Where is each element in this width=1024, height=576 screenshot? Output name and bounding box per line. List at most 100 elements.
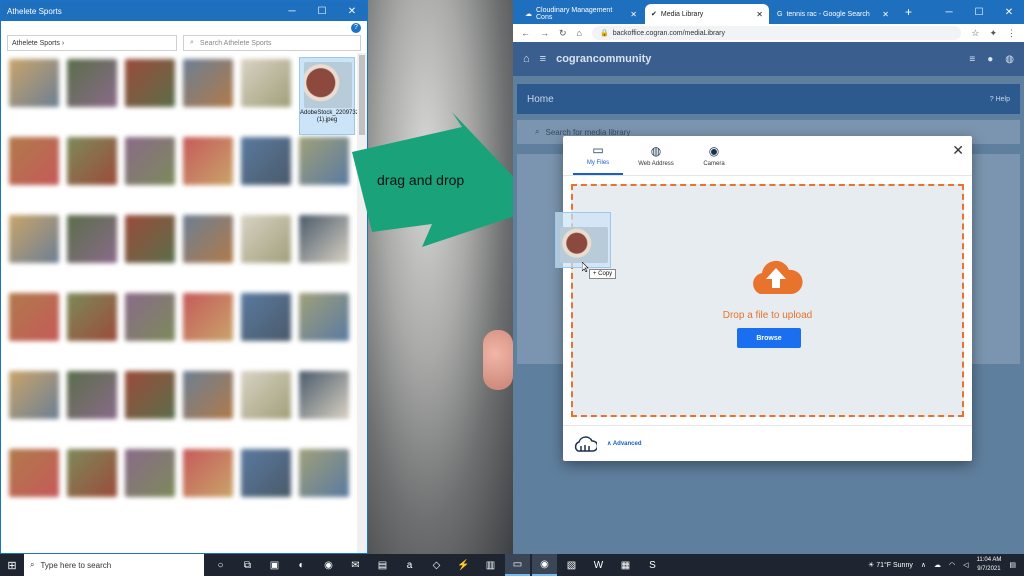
photos-icon[interactable]: ▧ (559, 554, 584, 576)
file-item[interactable] (241, 59, 291, 107)
file-item[interactable] (9, 371, 59, 419)
menu-icon[interactable]: ⋮ (1007, 28, 1016, 39)
tab-my-files[interactable]: ▭ My Files (573, 136, 623, 175)
app-icon[interactable]: ▣ (262, 554, 287, 576)
file-item[interactable] (183, 449, 233, 497)
file-item[interactable] (67, 59, 117, 107)
file-item[interactable] (67, 215, 117, 263)
file-item[interactable] (125, 371, 175, 419)
task-view-icon[interactable]: ⧉ (235, 554, 260, 576)
close-icon[interactable]: ✕ (994, 7, 1024, 18)
file-item[interactable] (67, 449, 117, 497)
file-item[interactable] (125, 293, 175, 341)
file-item[interactable] (125, 449, 175, 497)
new-tab-icon[interactable]: + (897, 5, 920, 19)
close-icon[interactable]: ✕ (337, 6, 367, 17)
notification-icon[interactable]: ▤ (1009, 561, 1016, 569)
selected-file-tile[interactable]: AdobeStock_220973285 (1).jpeg (299, 57, 366, 135)
store-icon[interactable]: ▤ (370, 554, 395, 576)
close-icon[interactable]: ✕ (756, 10, 763, 19)
reload-icon[interactable]: ↻ (559, 28, 567, 39)
file-item[interactable] (183, 293, 233, 341)
file-item[interactable] (241, 215, 291, 263)
file-item[interactable] (67, 137, 117, 185)
volume-icon[interactable]: ◁ (963, 561, 968, 569)
app-icon[interactable]: ▦ (613, 554, 638, 576)
star-icon[interactable]: ☆ (971, 28, 979, 39)
tab-cloudinary[interactable]: ☁ Cloudinary Management Cons ✕ (519, 4, 643, 24)
globe-icon[interactable]: ◍ (1005, 54, 1014, 65)
drop-zone[interactable]: Drop a file to upload Browse (571, 184, 964, 417)
forward-icon[interactable]: → (540, 28, 549, 38)
close-icon[interactable]: ✕ (630, 10, 637, 19)
tab-camera[interactable]: ◉ Camera (689, 136, 739, 175)
app-icon[interactable]: ⚡ (451, 554, 476, 576)
close-icon[interactable]: ✕ (882, 10, 889, 19)
chrome-icon[interactable]: ◉ (532, 554, 557, 576)
hamburger-icon[interactable]: ≡ (540, 53, 546, 65)
browse-button[interactable]: Browse (737, 328, 801, 348)
file-item[interactable] (67, 293, 117, 341)
home-icon[interactable]: ⌂ (577, 28, 582, 38)
help-icon[interactable]: ? (351, 23, 361, 33)
back-icon[interactable]: ← (521, 28, 530, 38)
list-icon[interactable]: ≡ (969, 54, 975, 65)
tab-web-address[interactable]: ◍ Web Address (631, 136, 681, 175)
chevron-up-icon[interactable]: ∧ (921, 561, 926, 569)
file-item[interactable] (241, 293, 291, 341)
mail-icon[interactable]: ✉ (343, 554, 368, 576)
tab-google-search[interactable]: Gtennis rac - Google Search ✕ (771, 4, 895, 24)
weather-icon[interactable]: ☀ 71°F Sunny (868, 561, 913, 569)
file-item[interactable] (183, 371, 233, 419)
minimize-icon[interactable]: ─ (934, 7, 964, 18)
file-item[interactable] (183, 59, 233, 107)
file-explorer-icon[interactable]: ▭ (505, 554, 530, 576)
file-item[interactable] (183, 137, 233, 185)
windows-start-icon[interactable]: ⊞ (0, 559, 24, 572)
clock[interactable]: 11:04 AM 9/7/2021 (976, 556, 1001, 574)
advanced-toggle[interactable]: ∧ Advanced (607, 440, 642, 447)
file-item[interactable] (125, 215, 175, 263)
file-item[interactable] (9, 137, 59, 185)
file-item[interactable] (299, 137, 349, 185)
amazon-icon[interactable]: a (397, 554, 422, 576)
url-bar[interactable]: 🔒 backoffice.cogran.com/mediaLibrary (591, 26, 962, 40)
cloud-icon[interactable]: ☁ (934, 561, 941, 569)
word-icon[interactable]: W (586, 554, 611, 576)
minimize-icon[interactable]: ─ (277, 6, 307, 17)
file-item[interactable] (125, 59, 175, 107)
dropbox-icon[interactable]: ◇ (424, 554, 449, 576)
tab-media-library[interactable]: ✔ Media Library ✕ (645, 4, 769, 24)
edge-icon[interactable]: ◐ (289, 554, 314, 576)
file-item[interactable] (9, 449, 59, 497)
file-item[interactable] (241, 137, 291, 185)
user-icon[interactable]: ● (987, 54, 993, 65)
cortana-icon[interactable]: ○ (208, 554, 233, 576)
close-icon[interactable]: ✕ (952, 142, 964, 159)
help-button[interactable]: ? Help (990, 96, 1010, 103)
office-icon[interactable]: ▥ (478, 554, 503, 576)
maximize-icon[interactable]: ☐ (307, 6, 337, 17)
file-item[interactable] (241, 449, 291, 497)
file-item[interactable] (9, 59, 59, 107)
skype-icon[interactable]: S (640, 554, 665, 576)
maximize-icon[interactable]: ☐ (964, 7, 994, 18)
file-item[interactable] (299, 449, 349, 497)
taskbar-search-input[interactable]: ⌕ Type here to search (24, 554, 204, 576)
explorer-search-input[interactable]: ⌕ Search Athelete Sports (183, 35, 361, 51)
file-item[interactable] (9, 293, 59, 341)
file-item[interactable] (299, 293, 349, 341)
explorer-path[interactable]: Athelete Sports › (7, 35, 177, 51)
home-icon[interactable]: ⌂ (523, 53, 530, 65)
chrome-icon[interactable]: ◉ (316, 554, 341, 576)
file-item[interactable] (125, 137, 175, 185)
file-item[interactable] (299, 215, 349, 263)
file-item[interactable] (299, 371, 349, 419)
wifi-icon[interactable]: ◠ (949, 561, 955, 569)
file-thumbnail (241, 215, 291, 263)
file-item[interactable] (183, 215, 233, 263)
file-item[interactable] (9, 215, 59, 263)
file-item[interactable] (241, 371, 291, 419)
file-item[interactable] (67, 371, 117, 419)
extensions-icon[interactable]: ✦ (989, 28, 997, 39)
